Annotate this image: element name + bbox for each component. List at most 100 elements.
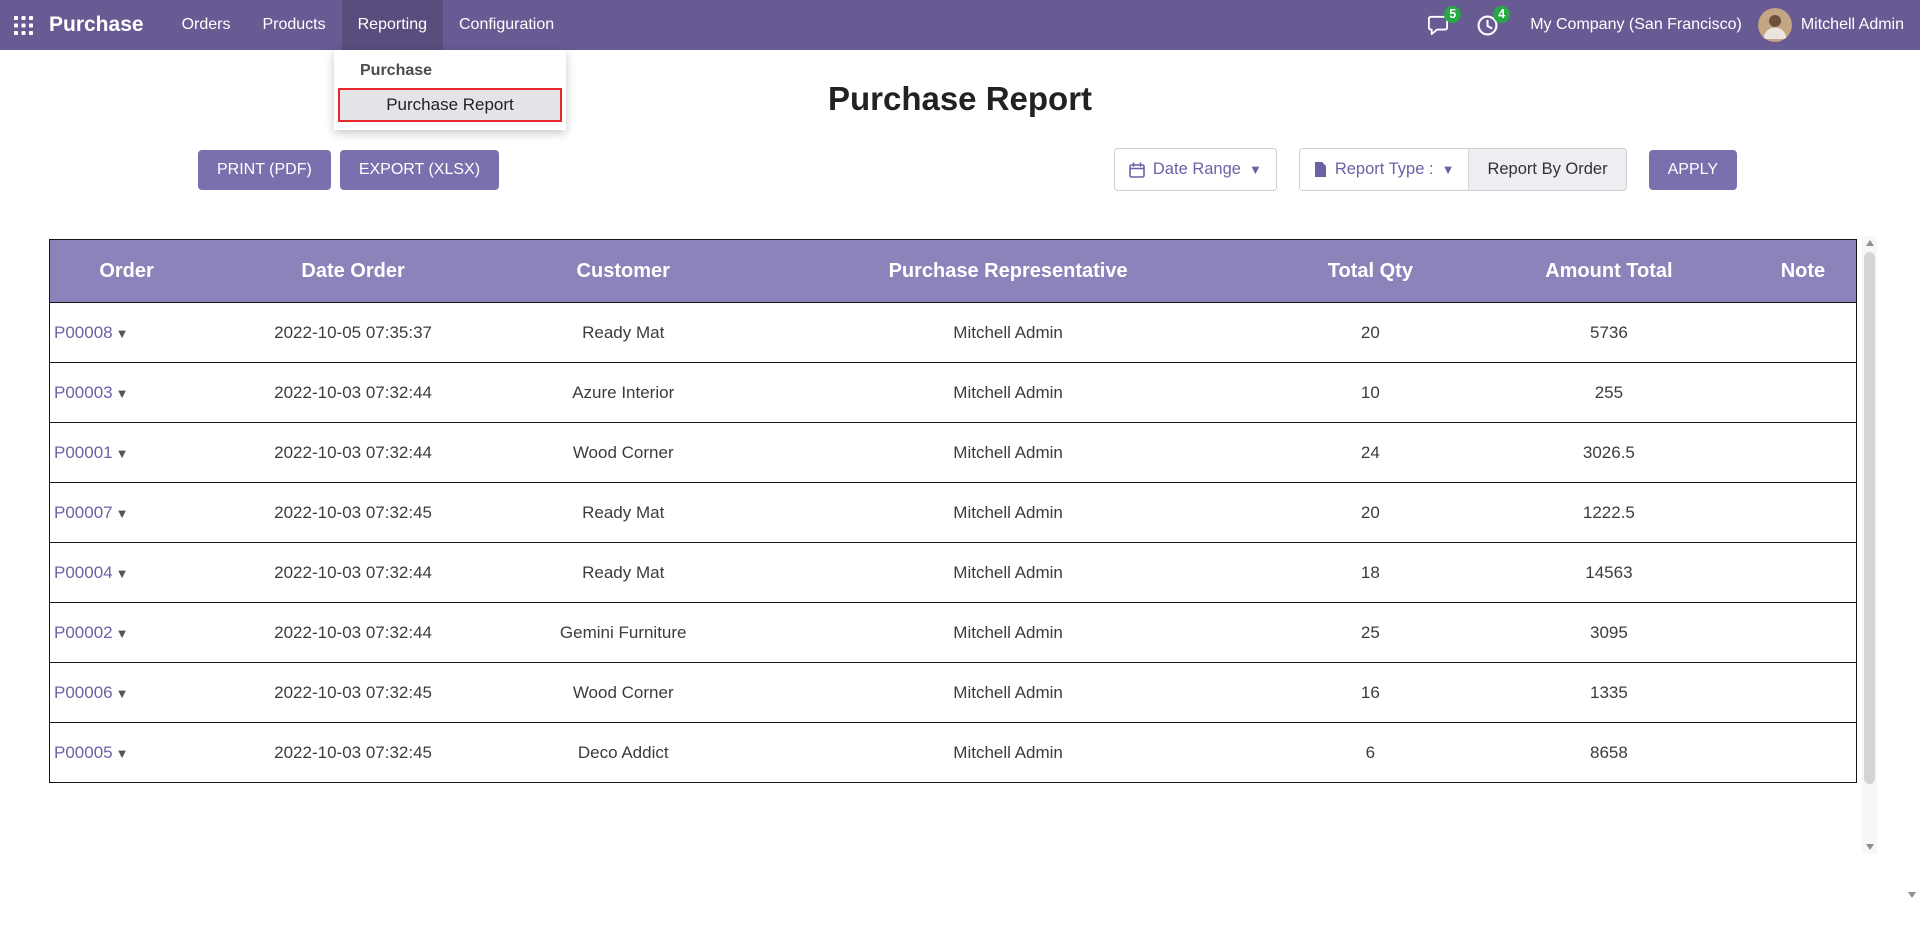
nav-item-orders[interactable]: Orders [166,0,247,50]
order-cell: P00006▼ [50,663,204,723]
note-cell [1750,423,1857,483]
order-cell: P00005▼ [50,723,204,783]
date-order-cell: 2022-10-03 07:32:44 [203,603,503,663]
date-order-cell: 2022-10-03 07:32:45 [203,483,503,543]
date-order-cell: 2022-10-03 07:32:44 [203,543,503,603]
representative-cell: Mitchell Admin [743,423,1272,483]
table-scrollbar [1862,236,1877,854]
top-navbar: Purchase Orders Products Reporting Confi… [0,0,1920,50]
representative-cell: Mitchell Admin [743,723,1272,783]
order-cell: P00003▼ [50,363,204,423]
apps-grid-icon[interactable] [14,16,33,35]
date-range-dropdown[interactable]: Date Range ▼ [1114,148,1277,191]
note-cell [1750,723,1857,783]
order-cell: P00002▼ [50,603,204,663]
order-link[interactable]: P00001 [54,443,113,462]
export-xlsx-button[interactable]: EXPORT (XLSX) [340,150,499,190]
note-cell [1750,663,1857,723]
report-type-value: Report By Order [1468,149,1625,190]
total-qty-cell: 20 [1273,483,1468,543]
nav-item-products[interactable]: Products [246,0,341,50]
report-type-dropdown[interactable]: Report Type : ▼ [1300,149,1469,190]
customer-cell: Deco Addict [503,723,743,783]
col-header-amount-total: Amount Total [1468,240,1750,303]
customer-cell: Ready Mat [503,303,743,363]
col-header-date-order: Date Order [203,240,503,303]
order-cell: P00004▼ [50,543,204,603]
caret-down-icon: ▼ [116,506,129,521]
caret-down-icon: ▼ [116,686,129,701]
report-table-body: P00008▼2022-10-05 07:35:37Ready MatMitch… [50,303,1857,783]
col-header-representative: Purchase Representative [743,240,1272,303]
messages-icon[interactable]: 5 [1427,15,1449,35]
toolbar: PRINT (PDF) EXPORT (XLSX) Date Range ▼ [0,148,1920,191]
amount-total-cell: 1222.5 [1468,483,1750,543]
caret-down-icon: ▼ [116,626,129,641]
activities-badge: 4 [1493,6,1510,23]
date-order-cell: 2022-10-05 07:35:37 [203,303,503,363]
col-header-note: Note [1750,240,1857,303]
col-header-total-qty: Total Qty [1273,240,1468,303]
table-row: P00003▼2022-10-03 07:32:44Azure Interior… [50,363,1857,423]
scrollbar-thumb[interactable] [1864,252,1875,784]
scrollbar-down-arrow[interactable] [1862,840,1877,854]
menu-item-purchase-report[interactable]: Purchase Report [338,88,562,122]
caret-down-icon: ▼ [116,446,129,461]
customer-cell: Ready Mat [503,543,743,603]
amount-total-cell: 5736 [1468,303,1750,363]
report-table-container: Order Date Order Customer Purchase Repre… [49,239,1857,783]
amount-total-cell: 3095 [1468,603,1750,663]
caret-down-icon: ▼ [1442,162,1455,177]
col-header-customer: Customer [503,240,743,303]
date-order-cell: 2022-10-03 07:32:45 [203,723,503,783]
user-avatar [1758,8,1792,42]
apply-button[interactable]: APPLY [1649,150,1737,190]
table-row: P00001▼2022-10-03 07:32:44Wood CornerMit… [50,423,1857,483]
customer-cell: Wood Corner [503,423,743,483]
representative-cell: Mitchell Admin [743,363,1272,423]
page-scrollbar-down-arrow[interactable] [1908,898,1916,916]
representative-cell: Mitchell Admin [743,603,1272,663]
scrollbar-up-arrow[interactable] [1862,236,1877,250]
toolbar-left: PRINT (PDF) EXPORT (XLSX) [198,150,499,190]
nav-item-configuration[interactable]: Configuration [443,0,570,50]
report-icon [1314,162,1327,177]
print-pdf-button[interactable]: PRINT (PDF) [198,150,331,190]
total-qty-cell: 24 [1273,423,1468,483]
user-menu[interactable]: Mitchell Admin [1758,8,1904,42]
total-qty-cell: 18 [1273,543,1468,603]
app-name[interactable]: Purchase [49,13,144,37]
order-cell: P00007▼ [50,483,204,543]
calendar-icon [1129,162,1145,178]
purchase-report-table: Order Date Order Customer Purchase Repre… [49,239,1857,783]
total-qty-cell: 10 [1273,363,1468,423]
company-switcher[interactable]: My Company (San Francisco) [1530,16,1742,34]
order-link[interactable]: P00003 [54,383,113,402]
nav-item-reporting[interactable]: Reporting [342,0,443,50]
caret-down-icon: ▼ [116,746,129,761]
table-header-row: Order Date Order Customer Purchase Repre… [50,240,1857,303]
amount-total-cell: 14563 [1468,543,1750,603]
order-cell: P00008▼ [50,303,204,363]
order-link[interactable]: P00007 [54,503,113,522]
note-cell [1750,603,1857,663]
activities-clock-icon[interactable]: 4 [1477,15,1498,36]
amount-total-cell: 8658 [1468,723,1750,783]
table-row: P00008▼2022-10-05 07:35:37Ready MatMitch… [50,303,1857,363]
date-range-label: Date Range [1153,160,1241,179]
note-cell [1750,303,1857,363]
order-link[interactable]: P00005 [54,743,113,762]
order-link[interactable]: P00008 [54,323,113,342]
table-row: P00006▼2022-10-03 07:32:45Wood CornerMit… [50,663,1857,723]
date-order-cell: 2022-10-03 07:32:44 [203,363,503,423]
total-qty-cell: 6 [1273,723,1468,783]
customer-cell: Wood Corner [503,663,743,723]
total-qty-cell: 20 [1273,303,1468,363]
order-link[interactable]: P00006 [54,683,113,702]
order-link[interactable]: P00002 [54,623,113,642]
main-menu: Orders Products Reporting Configuration [166,0,571,50]
order-link[interactable]: P00004 [54,563,113,582]
user-name: Mitchell Admin [1801,16,1904,34]
total-qty-cell: 16 [1273,663,1468,723]
caret-down-icon: ▼ [116,386,129,401]
